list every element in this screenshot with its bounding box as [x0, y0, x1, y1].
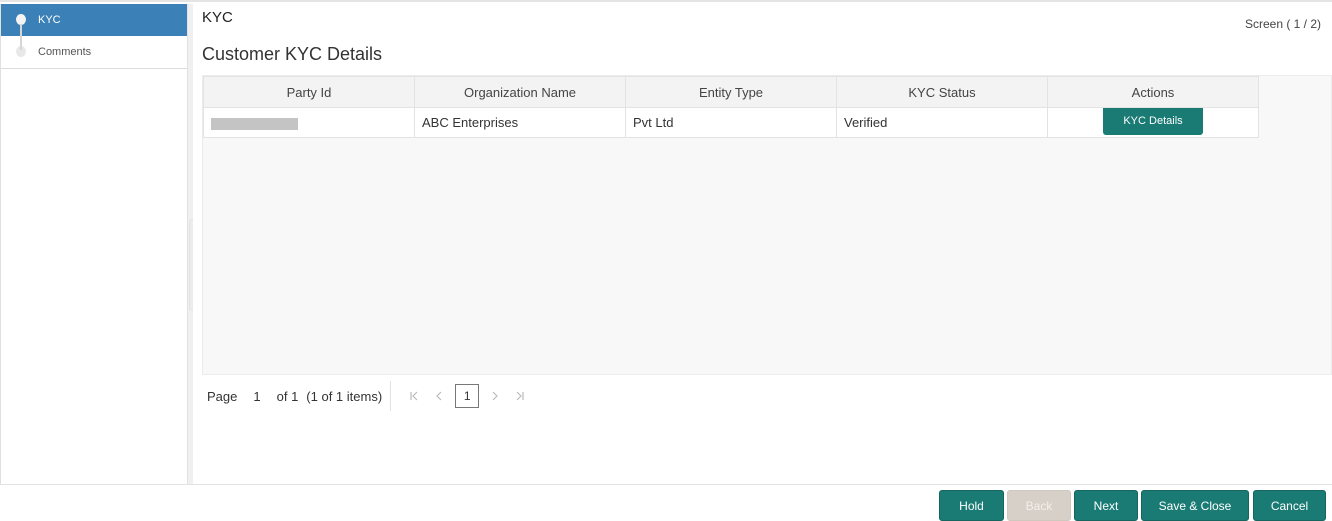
prev-page-icon[interactable] [435, 389, 443, 404]
save-and-close-button[interactable]: Save & Close [1141, 490, 1249, 521]
next-page-icon[interactable] [491, 389, 499, 404]
cell-organization-name: ABC Enterprises [414, 107, 626, 138]
kyc-details-button[interactable]: KYC Details [1103, 108, 1203, 135]
column-header-actions: Actions [1047, 76, 1259, 108]
table-row: ABC Enterprises Pvt Ltd Verified KYC Det… [203, 107, 1259, 138]
cancel-button[interactable]: Cancel [1253, 490, 1326, 521]
masked-party-id [211, 117, 298, 130]
last-page-icon[interactable] [515, 389, 525, 404]
cell-kyc-status: Verified [836, 107, 1048, 138]
pager-divider [390, 381, 392, 411]
page-label: Page [207, 388, 238, 404]
screen-counter: Screen ( 1 / 2) [1244, 17, 1321, 31]
back-button[interactable]: Back [1007, 490, 1071, 521]
first-page-icon[interactable] [409, 389, 419, 404]
section-title: Customer KYC Details [202, 44, 383, 64]
sidebar-item-comments[interactable]: Comments [1, 36, 187, 69]
cell-party-id [203, 107, 415, 138]
hold-button[interactable]: Hold [939, 490, 1004, 521]
column-header-party-id[interactable]: Party Id [203, 76, 415, 108]
column-header-entity-type[interactable]: Entity Type [625, 76, 837, 108]
sidebar-item-kyc[interactable]: KYC [1, 4, 187, 36]
page-of-label: of 1 [276, 388, 299, 404]
sidebar: KYC Comments [0, 4, 187, 484]
app-frame: KYC Comments KYC Screen ( 1 / 2) Custome… [0, 0, 1332, 521]
column-header-organization-name[interactable]: Organization Name [414, 76, 626, 108]
kyc-grid: Party Id Organization Name Entity Type K… [202, 75, 1332, 375]
cell-actions: KYC Details [1047, 107, 1259, 138]
main-content: KYC Screen ( 1 / 2) Customer KYC Details… [193, 4, 1332, 484]
kyc-table: Party Id Organization Name Entity Type K… [203, 76, 1259, 138]
page-title: KYC [202, 9, 233, 26]
sidebar-item-label: Comments [38, 46, 92, 58]
pagination: Page 1 of 1 (1 of 1 items) 1 [207, 381, 533, 411]
items-count: (1 of 1 items) [306, 388, 383, 404]
next-button[interactable]: Next [1074, 490, 1138, 521]
page-input[interactable]: 1 [253, 389, 260, 404]
sidebar-item-label: KYC [38, 14, 61, 26]
table-header-row: Party Id Organization Name Entity Type K… [203, 76, 1259, 108]
column-header-kyc-status[interactable]: KYC Status [836, 76, 1048, 108]
cell-entity-type: Pvt Ltd [625, 107, 837, 138]
nav-connector-line [20, 24, 22, 50]
footer-actions: Hold Back Next Save & Close Cancel [0, 484, 1332, 521]
current-page-button[interactable]: 1 [455, 384, 480, 408]
